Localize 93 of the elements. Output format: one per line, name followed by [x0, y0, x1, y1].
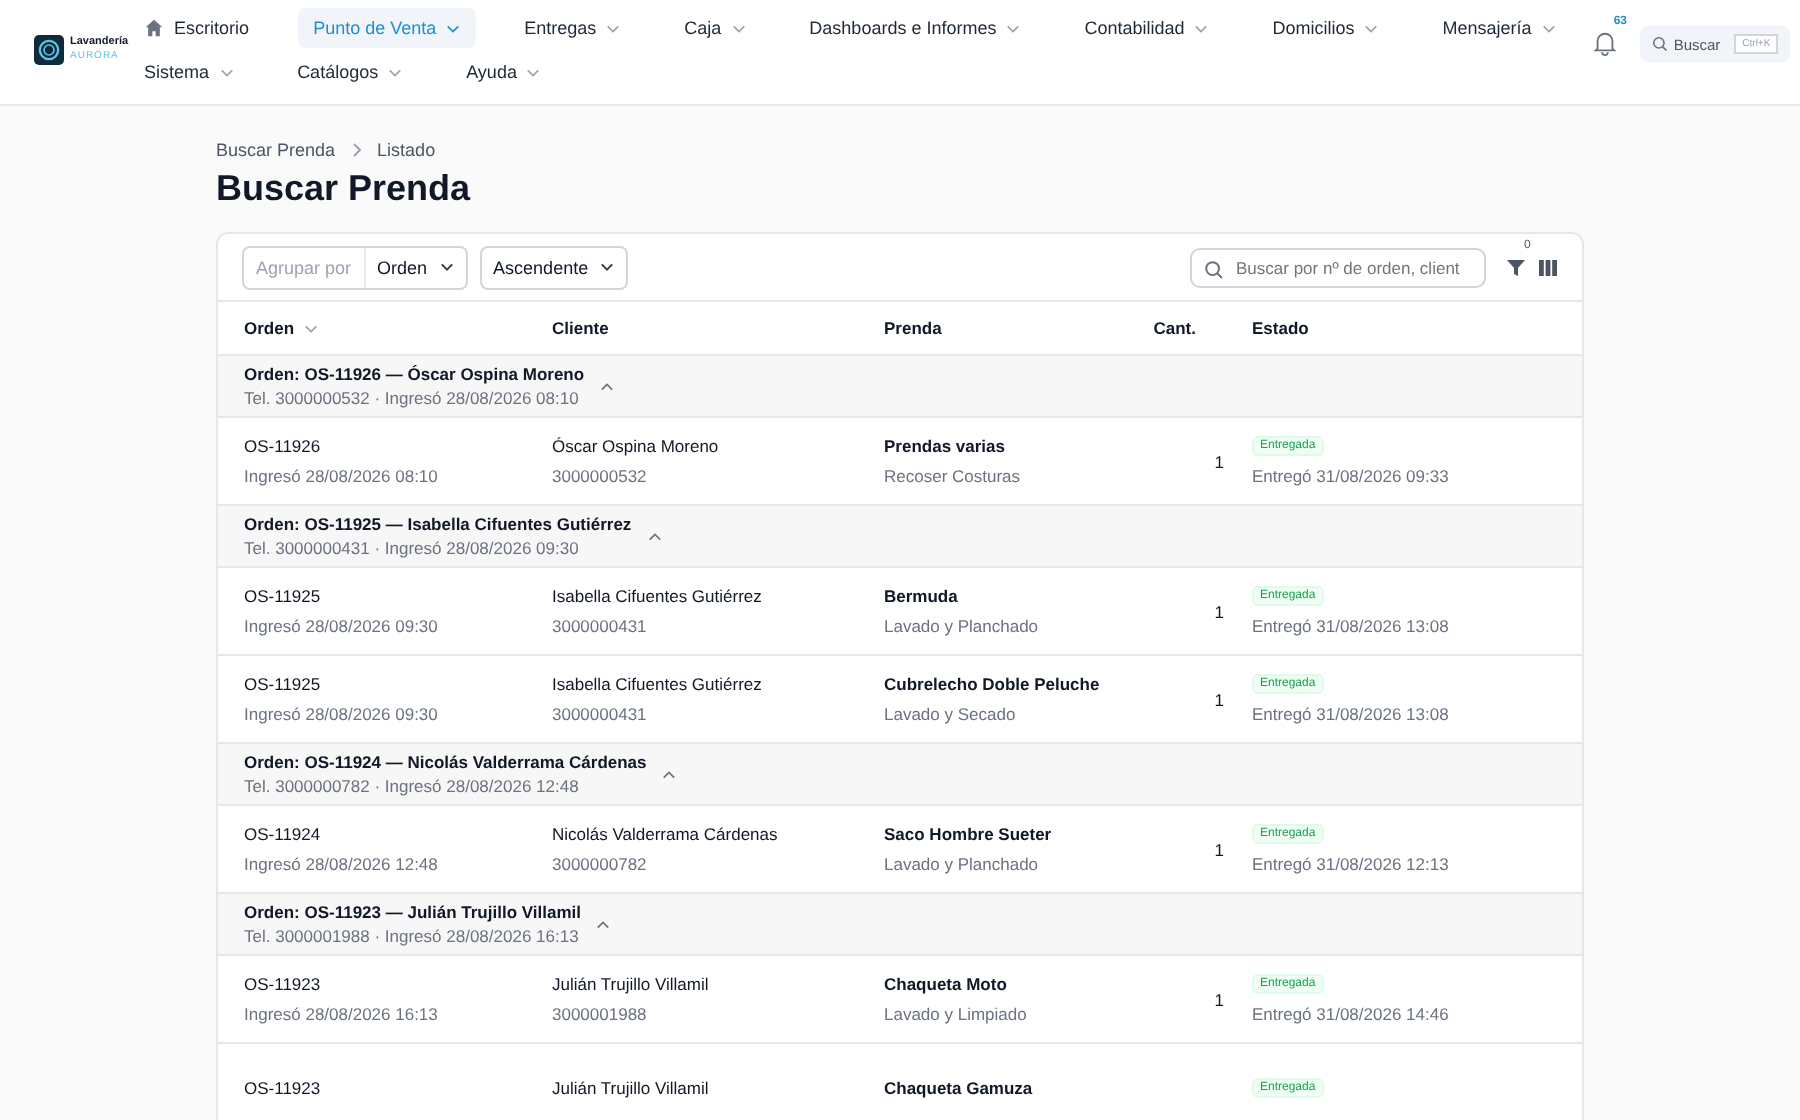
home-icon [144, 18, 165, 38]
group-subtitle: Tel. 3000000782 · Ingresó 28/08/2026 12:48 [244, 776, 581, 796]
columns-icon[interactable] [1538, 257, 1558, 277]
garment-name: Chaqueta Moto [884, 974, 1007, 994]
service-name: Lavado y Secado [884, 704, 1016, 724]
group-header[interactable]: Orden: OS-11923 — Julián Trujillo Villamil Tel. 3000001988 · Ingresó 28/08/2026 16:13 [218, 894, 1582, 956]
order-number: OS-11923 [244, 974, 321, 994]
order-number: OS-11924 [244, 824, 321, 844]
breadcrumb-link[interactable]: Buscar Prenda [216, 140, 336, 160]
received-date: Ingresó 28/08/2026 12:48 [244, 854, 438, 874]
garment-name: Chaqueta Gamuza [884, 1077, 1033, 1097]
order-number: OS-11925 [244, 674, 321, 694]
bell-icon[interactable] [1591, 30, 1618, 56]
breadcrumb-link[interactable]: Listado [377, 140, 436, 160]
column-header[interactable]: Cant. [1153, 318, 1224, 338]
column-header[interactable]: Cliente [552, 318, 609, 338]
garment-name: Bermuda [884, 586, 958, 606]
received-date: Ingresó 28/08/2026 09:30 [244, 616, 438, 636]
sort-select[interactable]: Ascendente [479, 245, 629, 289]
garment-name: Cubrelecho Doble Peluche [884, 674, 1100, 694]
delivered-date: Entregó 31/08/2026 14:46 [1252, 1004, 1449, 1024]
column-header[interactable]: Estado [1252, 318, 1309, 338]
nav-menu-item[interactable]: Contabilidad [1068, 8, 1225, 48]
nav-menu-item[interactable]: Escritorio [128, 8, 266, 48]
client-name: Julián Trujillo Villamil [552, 1077, 709, 1097]
quantity: 1 [1214, 601, 1224, 621]
garment-name: Saco Hombre Sueter [884, 824, 1052, 844]
nav-menu-item[interactable]: Domicilios [1256, 8, 1395, 48]
caret-icon [600, 262, 615, 272]
collapse-caret-icon[interactable] [596, 919, 611, 929]
group-title: Orden: OS-11925 — Isabella Cifuentes Gutiérrez [244, 514, 632, 534]
group-header[interactable]: Orden: OS-11926 — Óscar Ospina Moreno Tel. 3000000532 · Ingresó 28/08/2026 08:10 [218, 356, 1582, 418]
client-name: Julián Trujillo Villamil [552, 974, 709, 994]
order-number: OS-11925 [244, 586, 321, 606]
delivered-date: Entregó 31/08/2026 12:13 [1252, 854, 1449, 874]
client-phone: 3000000782 [552, 854, 647, 874]
group-by-value: Orden [365, 247, 466, 287]
delivered-date: Entregó 31/08/2026 09:33 [1252, 466, 1449, 486]
search-field[interactable]: Buscar por nº de orden, client [1190, 247, 1486, 287]
client-name: Óscar Ospina Moreno [552, 436, 719, 456]
client-phone: 3000001988 [552, 1004, 647, 1024]
client-name: Isabella Cifuentes Gutiérrez [552, 674, 762, 694]
nav-menu-item[interactable]: Entregas [508, 8, 637, 48]
chevron-icon [351, 142, 362, 158]
page-title: Buscar Prenda [216, 168, 473, 210]
received-date: Ingresó 28/08/2026 16:13 [244, 1004, 438, 1024]
collapse-caret-icon[interactable] [647, 531, 662, 541]
nav-menu-item[interactable]: Mensajería [1426, 8, 1572, 48]
quantity: 1 [1214, 689, 1224, 709]
caret-icon [439, 262, 454, 272]
nav-menu-item[interactable]: Dashboards e Informes [793, 8, 1037, 48]
group-by-select[interactable]: Agrupar por Orden [242, 245, 468, 289]
client-name: Isabella Cifuentes Gutiérrez [552, 586, 762, 606]
service-name: Lavado y Planchado [884, 854, 1039, 874]
group-title: Orden: OS-11923 — Julián Trujillo Villamil [244, 902, 581, 922]
search-icon [1651, 36, 1668, 52]
order-number: OS-11926 [244, 436, 321, 456]
service-name: Recoser Costuras [884, 466, 1021, 486]
received-date: Ingresó 28/08/2026 08:10 [244, 466, 438, 486]
delivered-date: Entregó 31/08/2026 13:08 [1252, 704, 1449, 724]
service-name: Lavado y Planchado [884, 616, 1039, 636]
column-header[interactable]: Prenda [884, 318, 942, 338]
group-title: Orden: OS-11926 — Óscar Ospina Moreno [244, 364, 585, 384]
nav-menu-item[interactable]: Ayuda [450, 52, 557, 92]
sort-caret-icon[interactable] [304, 323, 319, 333]
client-phone: 3000000431 [552, 704, 647, 724]
order-number: OS-11923 [244, 1077, 321, 1097]
client-phone: 3000000431 [552, 616, 647, 636]
delivered-date: Entregó 31/08/2026 13:08 [1252, 616, 1449, 636]
logo-icon [34, 32, 64, 68]
column-header[interactable]: Orden [244, 318, 319, 338]
service-name: Lavado y Limpiado [884, 1004, 1027, 1024]
quantity: 1 [1214, 451, 1224, 471]
group-subtitle: Tel. 3000001988 · Ingresó 28/08/2026 16:13 [244, 926, 581, 946]
nav-menu-item[interactable]: Catálogos [281, 52, 419, 92]
group-header[interactable]: Orden: OS-11925 — Isabella Cifuentes Gutiérrez Tel. 3000000431 · Ingresó 28/08/2026 09:30 [218, 506, 1582, 568]
collapse-caret-icon[interactable] [662, 769, 677, 779]
client-phone: 3000000532 [552, 466, 647, 486]
group-header[interactable]: Orden: OS-11924 — Nicolás Valderrama Cárdenas Tel. 3000000782 · Ingresó 28/08/2026 12:48 [218, 744, 1582, 806]
garment-name: Prendas varias [884, 436, 1005, 456]
search-icon [1204, 259, 1224, 279]
quantity: 1 [1214, 989, 1224, 1009]
group-by-label: Agrupar por [244, 247, 366, 287]
group-title: Orden: OS-11924 — Nicolás Valderrama Cárdenas [244, 752, 647, 772]
filter-icon[interactable] [1506, 257, 1526, 277]
group-subtitle: Tel. 3000000532 · Ingresó 28/08/2026 08:10 [244, 388, 581, 408]
collapse-caret-icon[interactable] [600, 381, 615, 391]
quantity: 1 [1214, 839, 1224, 859]
nav-menu-item[interactable]: Sistema [128, 52, 250, 92]
client-name: Nicolás Valderrama Cárdenas [552, 824, 778, 844]
nav-menu-item[interactable]: Caja [668, 8, 762, 48]
received-date: Ingresó 28/08/2026 09:30 [244, 704, 438, 724]
group-subtitle: Tel. 3000000431 · Ingresó 28/08/2026 09:30 [244, 538, 581, 558]
